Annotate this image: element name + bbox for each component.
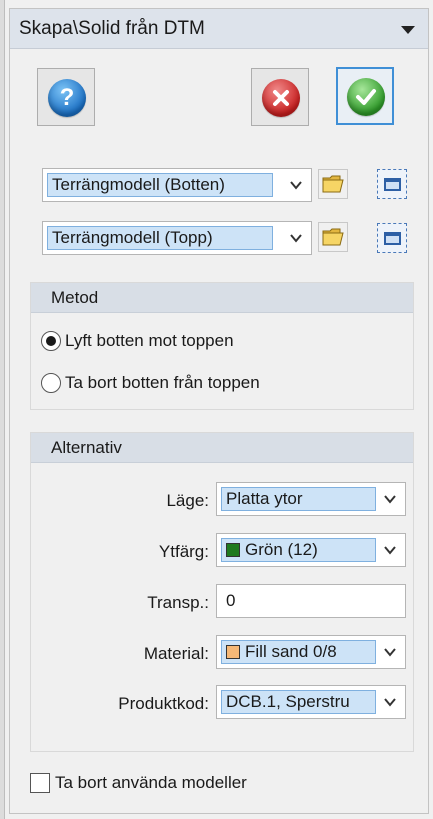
method-option-remove[interactable]: Ta bort botten från toppen	[41, 371, 260, 395]
surface-color-label: Ytfärg:	[158, 542, 209, 561]
top-surface-combo[interactable]: Terrängmodell (Topp)	[42, 221, 312, 255]
material-selection: Fill sand 0/8	[221, 640, 376, 664]
ok-checkmark-icon	[347, 78, 385, 116]
chevron-down-icon[interactable]	[383, 493, 397, 505]
cancel-button[interactable]	[251, 68, 309, 126]
window-select-icon	[384, 232, 401, 245]
transparency-input[interactable]: 0	[216, 584, 406, 618]
surface-color-combo[interactable]: Grön (12)	[216, 533, 406, 567]
cancel-icon	[262, 79, 300, 117]
dropdown-triangle-icon[interactable]	[401, 26, 415, 34]
material-combo[interactable]: Fill sand 0/8	[216, 635, 406, 669]
material-value: Fill sand 0/8	[245, 642, 337, 661]
method-header: Metod	[31, 283, 413, 313]
chevron-down-icon[interactable]	[383, 696, 397, 708]
bottom-surface-value: Terrängmodell (Botten)	[47, 173, 273, 197]
product-code-combo[interactable]: DCB.1, Sperstru	[216, 685, 406, 719]
top-browse-button[interactable]	[318, 222, 348, 252]
panel-titlebar: Skapa\Solid från DTM	[10, 9, 428, 49]
help-button[interactable]: ?	[37, 68, 95, 126]
color-swatch	[226, 543, 240, 557]
chevron-down-icon[interactable]	[383, 646, 397, 658]
chevron-down-icon[interactable]	[383, 544, 397, 556]
remove-used-models-label: Ta bort använda modeller	[55, 773, 247, 792]
alternatives-header: Alternativ	[31, 433, 413, 463]
radio-remove[interactable]	[41, 373, 61, 393]
product-code-value: DCB.1, Sperstru	[221, 690, 376, 714]
bottom-surface-combo[interactable]: Terrängmodell (Botten)	[42, 168, 312, 202]
material-swatch	[226, 645, 240, 659]
material-label: Material:	[143, 644, 209, 663]
method-option-label: Lyft botten mot toppen	[65, 331, 234, 350]
panel-title: Skapa\Solid från DTM	[19, 18, 205, 39]
bottom-browse-button[interactable]	[318, 169, 348, 199]
bottom-pick-window-button[interactable]	[377, 169, 407, 199]
remove-used-models-row[interactable]: Ta bort använda modeller	[30, 771, 247, 795]
surface-color-value: Grön (12)	[245, 540, 318, 559]
alternatives-group: Alternativ Läge: Platta ytor Ytfärg: Grö…	[30, 432, 414, 752]
method-option-lift[interactable]: Lyft botten mot toppen	[41, 329, 234, 353]
folder-icon	[322, 175, 344, 193]
top-pick-window-button[interactable]	[377, 223, 407, 253]
transparency-label: Transp.:	[147, 593, 209, 612]
chevron-down-icon[interactable]	[289, 179, 303, 191]
product-code-label: Produktkod:	[118, 694, 209, 713]
method-group: Metod Lyft botten mot toppen Ta bort bot…	[30, 282, 414, 410]
remove-used-models-checkbox[interactable]	[30, 773, 50, 793]
top-surface-value: Terrängmodell (Topp)	[47, 226, 273, 250]
mode-label: Läge:	[166, 491, 209, 510]
radio-lift[interactable]	[41, 331, 61, 351]
window-select-icon	[384, 178, 401, 191]
mode-value: Platta ytor	[221, 487, 376, 511]
ok-button[interactable]	[336, 67, 394, 125]
folder-icon	[322, 228, 344, 246]
method-option-label: Ta bort botten från toppen	[65, 373, 260, 392]
left-edge	[0, 0, 5, 819]
solid-from-dtm-panel: Skapa\Solid från DTM ? Terrängmodell (Bo…	[9, 8, 429, 814]
surface-color-selection: Grön (12)	[221, 538, 376, 562]
help-icon: ?	[48, 79, 86, 117]
chevron-down-icon[interactable]	[289, 232, 303, 244]
mode-combo[interactable]: Platta ytor	[216, 482, 406, 516]
